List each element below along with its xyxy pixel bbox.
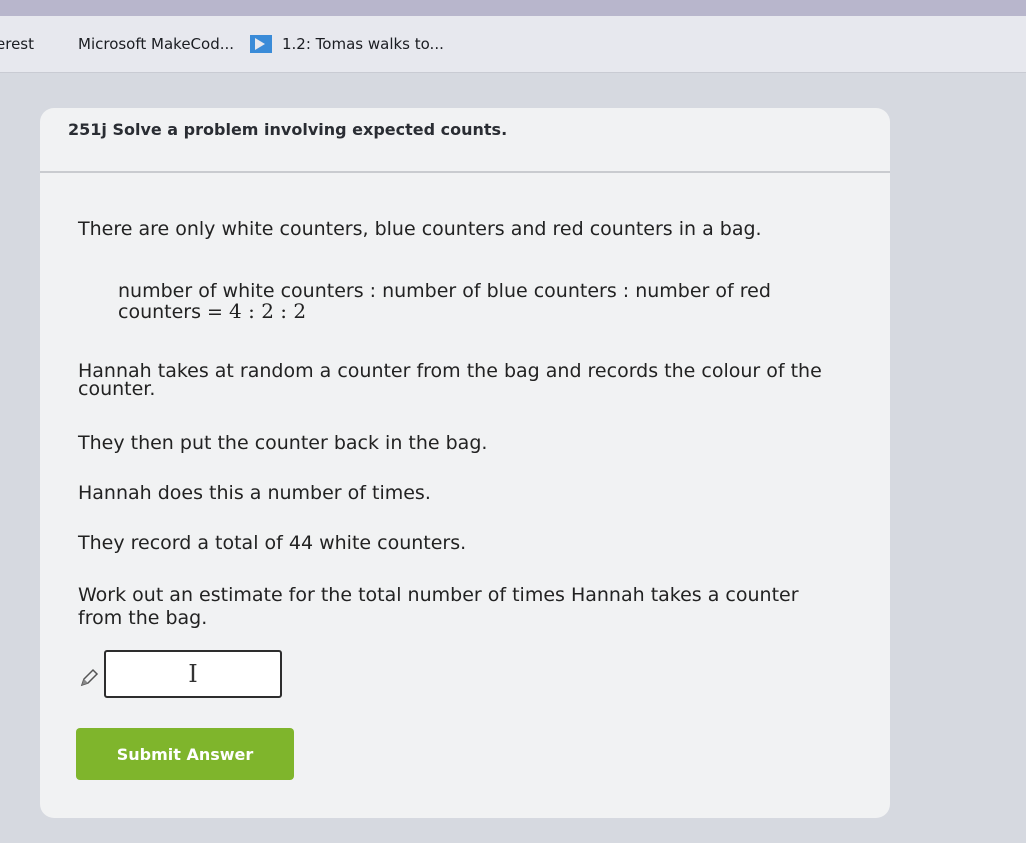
ratio-value: 4 : 2 : 2 (229, 299, 307, 323)
pencil-icon (80, 668, 99, 687)
bookmark-label: 1.2: Tomas walks to... (282, 35, 444, 53)
answer-input[interactable]: I (104, 650, 282, 698)
question-line-5: Hannah does this a number of times. (78, 482, 431, 504)
answer-row: I (78, 648, 282, 700)
question-line-3a: Hannah takes at random a counter from th… (78, 360, 822, 382)
text-cursor-icon: I (188, 660, 198, 688)
question-line-6: They record a total of 44 white counters… (78, 532, 467, 554)
question-intro: There are only white counters, blue coun… (78, 218, 762, 240)
question-line-7b: from the bag. (78, 607, 208, 629)
bookmark-label: Microsoft MakeCod... (78, 35, 235, 53)
card-header: 251j Solve a problem involving expected … (40, 108, 890, 173)
ratio-line-2: counters = 4 : 2 : 2 (118, 298, 306, 326)
question-line-4: They then put the counter back in the ba… (78, 432, 488, 454)
sigma-icon (250, 35, 272, 53)
skill-title: 251j Solve a problem involving expected … (68, 120, 508, 139)
submit-answer-button[interactable]: Submit Answer (76, 728, 294, 780)
browser-top-strip (0, 0, 1026, 16)
ratio-label: counters = (118, 301, 223, 323)
bookmark-item[interactable]: erest (0, 32, 34, 56)
makecode-icon (52, 37, 68, 51)
bookmarks-bar: erest Microsoft MakeCod... 1.2: Tomas wa… (0, 16, 1026, 73)
bookmark-label: erest (0, 35, 34, 53)
bookmark-tomas[interactable]: 1.2: Tomas walks to... (250, 32, 444, 56)
bookmark-makecode[interactable]: Microsoft MakeCod... (52, 32, 234, 56)
question-card: 251j Solve a problem involving expected … (40, 108, 890, 818)
question-line-3b: counter. (78, 378, 156, 400)
